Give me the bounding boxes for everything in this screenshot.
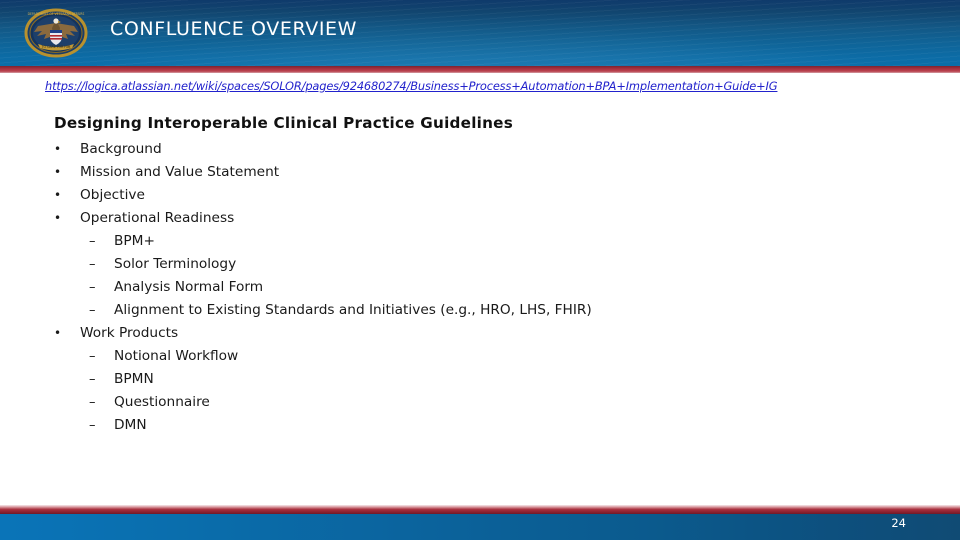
dash-marker-icon: – xyxy=(89,395,96,410)
list-item-label: BPMN xyxy=(114,371,154,387)
dash-marker-icon: – xyxy=(89,280,96,295)
presentation-slide: TO CARE FOR HIM DEPARTMENT OF VETERANS A… xyxy=(0,0,960,540)
list-item: – BPMN xyxy=(0,368,960,391)
list-item: – Alignment to Existing Standards and Ini… xyxy=(0,299,960,322)
dash-marker-icon: – xyxy=(89,372,96,387)
list-item: – Solor Terminology xyxy=(0,253,960,276)
slide-number: 24 xyxy=(891,516,906,530)
list-item: • Mission and Value Statement xyxy=(0,161,960,184)
dash-marker-icon: – xyxy=(89,349,96,364)
footer-red-rule xyxy=(0,505,960,514)
bullet-marker-icon: • xyxy=(54,165,62,179)
list-item-label: Solor Terminology xyxy=(114,256,237,272)
list-item: • Work Products xyxy=(0,322,960,345)
list-item-label: Work Products xyxy=(80,325,179,341)
list-item-label: Alignment to Existing Standards and Init… xyxy=(114,302,592,318)
va-seal-icon: TO CARE FOR HIM DEPARTMENT OF VETERANS A… xyxy=(24,8,88,58)
bullet-marker-icon: • xyxy=(54,142,62,156)
list-item-label: Background xyxy=(80,141,162,157)
header-red-rule xyxy=(0,66,960,73)
dash-marker-icon: – xyxy=(89,303,96,318)
list-item-label: Questionnaire xyxy=(114,394,210,410)
svg-text:TO CARE FOR HIM: TO CARE FOR HIM xyxy=(41,45,71,49)
page-title: CONFLUENCE OVERVIEW xyxy=(110,18,358,40)
list-item: • Objective xyxy=(0,184,960,207)
list-item: – DMN xyxy=(0,414,960,437)
list-item-label: BPM+ xyxy=(114,233,155,249)
svg-text:DEPARTMENT OF VETERANS AFFAIRS: DEPARTMENT OF VETERANS AFFAIRS xyxy=(28,12,85,16)
dash-marker-icon: – xyxy=(89,418,96,433)
list-item: • Operational Readiness xyxy=(0,207,960,230)
slide-footer-band xyxy=(0,514,960,540)
list-item: – Notional Workflow xyxy=(0,345,960,368)
list-item-label: Operational Readiness xyxy=(80,210,235,226)
list-item-label: Notional Workflow xyxy=(114,348,239,364)
list-item-label: Mission and Value Statement xyxy=(80,164,280,180)
bullet-marker-icon: • xyxy=(54,188,62,202)
list-item: – Questionnaire xyxy=(0,391,960,414)
list-item-label: Analysis Normal Form xyxy=(114,279,264,295)
list-item: – Analysis Normal Form xyxy=(0,276,960,299)
list-item-label: DMN xyxy=(114,417,147,433)
dash-marker-icon: – xyxy=(89,234,96,249)
list-item: – BPM+ xyxy=(0,230,960,253)
list-item: • Background xyxy=(0,138,960,161)
bullet-marker-icon: • xyxy=(54,211,62,225)
dash-marker-icon: – xyxy=(89,257,96,272)
bullet-marker-icon: • xyxy=(54,326,62,340)
content-heading: Designing Interoperable Clinical Practic… xyxy=(54,114,514,132)
confluence-url-link[interactable]: https://logica.atlassian.net/wiki/spaces… xyxy=(45,79,778,93)
list-item-label: Objective xyxy=(80,187,145,203)
bullet-list: • Background • Mission and Value Statement •… xyxy=(0,138,960,437)
